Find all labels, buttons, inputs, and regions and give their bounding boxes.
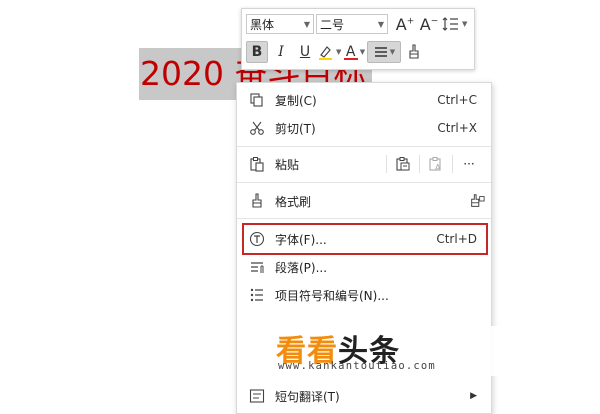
chevron-down-icon: ▼ [336, 48, 342, 56]
menu-item-label: 剪切(T) [275, 121, 316, 136]
menu-item-paragraph[interactable]: 段落(P)... [237, 253, 491, 281]
font-size-value: 二号 [320, 18, 345, 32]
underline-button[interactable]: U [294, 41, 316, 63]
more-paste-options-button[interactable]: ··· [455, 157, 483, 171]
paste-keep-format-button[interactable] [389, 156, 417, 172]
align-button[interactable]: ▼ [367, 41, 402, 63]
menu-item-label: 格式刷 [275, 194, 312, 209]
menu-item-label: 短句翻译(T) [275, 389, 340, 404]
highlight-button[interactable]: ▼ [318, 41, 341, 63]
menu-separator [237, 218, 491, 219]
font-item-highlight [242, 223, 488, 255]
watermark: 看看头条 www.kankantoutiao.com [270, 326, 500, 376]
chevron-down-icon: ▼ [359, 48, 366, 56]
toolbar-row-1: 黑体 ▼ 二号 ▼ A+ A− ▼ [246, 13, 469, 35]
font-family-value: 黑体 [250, 18, 275, 32]
svg-text:A: A [435, 163, 441, 172]
paste-text-icon: A [429, 157, 441, 172]
menu-item-translate[interactable]: 短句翻译(T) ▶ [237, 382, 491, 410]
more-icon: ··· [463, 157, 475, 171]
shrink-font-button[interactable]: A− [418, 13, 440, 35]
line-spacing-button[interactable]: ▼ [442, 13, 467, 35]
divider [386, 155, 387, 173]
divider [419, 155, 420, 173]
list-icon [249, 287, 265, 303]
chevron-down-icon: ▼ [303, 20, 310, 29]
grow-font-icon: A+ [395, 14, 415, 34]
menu-item-format-painter[interactable]: 格式刷 [237, 187, 491, 215]
highlighter-icon [319, 46, 332, 60]
divider [452, 155, 453, 173]
menu-item-label: 复制(C) [275, 93, 317, 108]
font-color-icon: A [343, 44, 358, 60]
copy-icon [249, 92, 265, 108]
menu-item-label: 项目符号和编号(N)... [275, 288, 389, 303]
menu-item-bullets-numbering[interactable]: 项目符号和编号(N)... [237, 281, 491, 309]
font-color-button[interactable]: A ▼ [343, 41, 365, 63]
menu-separator [237, 146, 491, 147]
paragraph-icon [249, 259, 265, 275]
underline-icon: U [299, 44, 311, 60]
menu-item-copy[interactable]: 复制(C) Ctrl+C [237, 86, 491, 114]
menu-item-label: 段落(P)... [275, 260, 328, 275]
translate-icon [249, 388, 265, 404]
format-painter-icon [249, 193, 265, 209]
toolbar-row-2: B I U ▼ A ▼ ▼ [246, 41, 427, 63]
watermark-url: www.kankantoutiao.com [278, 360, 436, 372]
menu-item-shortcut: Ctrl+X [437, 121, 477, 135]
chevron-down-icon: ▼ [377, 20, 384, 29]
bold-button[interactable]: B [246, 41, 268, 63]
line-spacing-icon [442, 17, 458, 31]
format-painter-button[interactable] [403, 41, 425, 63]
font-size-select[interactable]: 二号 ▼ [316, 14, 388, 34]
chevron-down-icon: ▼ [462, 20, 468, 28]
paste-text-only-button[interactable]: A [422, 156, 450, 172]
format-painter-icon [409, 44, 419, 59]
mini-toolbar: 黑体 ▼ 二号 ▼ A+ A− ▼ B I U ▼ A ▼ ▼ [241, 8, 475, 70]
chevron-down-icon: ▼ [389, 48, 396, 56]
menu-item-shortcut: Ctrl+C [437, 93, 477, 107]
bold-icon: B [251, 44, 263, 60]
menu-item-cut[interactable]: 剪切(T) Ctrl+X [237, 114, 491, 142]
grow-font-button[interactable]: A+ [394, 13, 416, 35]
paste-options: A ··· [384, 150, 483, 178]
paste-format-icon [396, 157, 410, 171]
menu-separator [237, 182, 491, 183]
font-family-select[interactable]: 黑体 ▼ [246, 14, 314, 34]
italic-button[interactable]: I [270, 41, 292, 63]
align-icon [374, 47, 387, 57]
menu-item-paste[interactable]: 粘贴 A ··· [237, 150, 491, 178]
format-painter-lock-icon[interactable] [469, 193, 485, 209]
shrink-font-icon: A− [419, 14, 439, 34]
italic-icon: I [278, 44, 284, 60]
scissors-icon [249, 120, 265, 136]
paste-icon [249, 156, 265, 172]
